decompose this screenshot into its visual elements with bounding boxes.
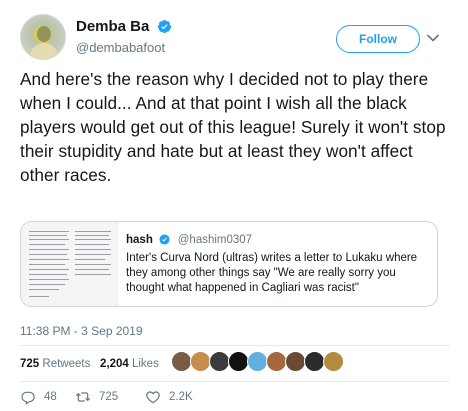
avatar-shoulders (30, 43, 58, 59)
retweets-label: Retweets (42, 358, 91, 370)
chevron-down-icon[interactable] (426, 31, 440, 45)
author-handle[interactable]: @dembabafoot (76, 40, 172, 55)
liker-avatar[interactable] (190, 351, 211, 372)
likes-count: 2,204 (100, 358, 129, 370)
avatar[interactable] (20, 14, 66, 60)
tweet-text: And here's the reason why I decided not … (20, 69, 446, 185)
retweet-button[interactable]: 725 (75, 388, 118, 406)
retweets-stat[interactable]: 725 Retweets (20, 358, 90, 370)
quoted-tweet-thumbnail (21, 222, 118, 306)
reply-button[interactable]: 48 (20, 388, 57, 406)
quoted-author-name[interactable]: hash (126, 234, 153, 246)
reply-count: 48 (44, 391, 57, 403)
liker-avatar[interactable] (285, 351, 306, 372)
quoted-tweet-text: Inter's Curva Nord (ultras) writes a let… (126, 252, 418, 294)
heart-icon (146, 391, 160, 404)
retweets-count: 725 (20, 358, 40, 370)
liker-avatar[interactable] (247, 351, 268, 372)
verified-badge-icon (159, 234, 170, 245)
follow-button[interactable]: Follow (336, 25, 420, 53)
tweet-actions: 48 725 2.2K (20, 388, 320, 408)
likes-stat[interactable]: 2,204 Likes (100, 358, 159, 370)
liker-avatar[interactable] (228, 351, 249, 372)
quoted-tweet-card[interactable]: hash @hashim0307 Inter's Curva Nord (ult… (20, 221, 438, 307)
liker-avatar[interactable] (171, 351, 192, 372)
tweet-timestamp[interactable]: 11:38 PM - 3 Sep 2019 (20, 324, 143, 338)
like-button[interactable]: 2.2K (145, 388, 193, 406)
liker-avatar[interactable] (304, 351, 325, 372)
tweet-header: Demba Ba @dembabafoot Follow (20, 14, 450, 62)
author-display-name[interactable]: Demba Ba (76, 18, 149, 35)
liker-avatar[interactable] (323, 351, 344, 372)
like-count: 2.2K (169, 391, 193, 403)
quoted-author-handle[interactable]: @hashim0307 (178, 234, 252, 246)
retweet-icon (76, 392, 90, 402)
likes-label: Likes (131, 358, 159, 370)
author-block: Demba Ba @dembabafoot (76, 18, 172, 55)
liker-avatar[interactable] (209, 351, 230, 372)
reply-icon (21, 391, 35, 405)
divider (20, 345, 450, 346)
divider (20, 381, 450, 382)
avatar-face (37, 26, 51, 42)
quoted-tweet-body: hash @hashim0307 Inter's Curva Nord (ult… (126, 231, 431, 296)
verified-badge-icon (157, 20, 171, 34)
liker-avatar[interactable] (266, 351, 287, 372)
retweet-count: 725 (99, 391, 119, 403)
